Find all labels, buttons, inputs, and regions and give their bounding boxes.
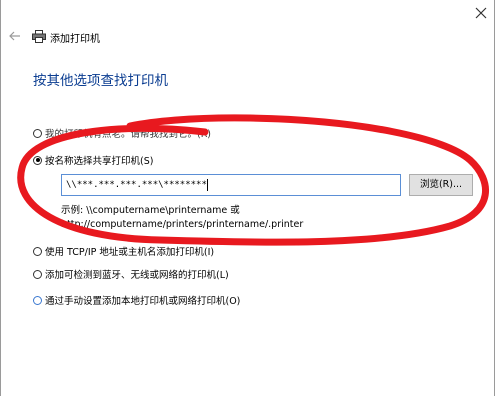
printer-icon bbox=[32, 30, 46, 43]
option-bluetooth-wireless-label: 添加可检测到蓝牙、无线或网络的打印机(L) bbox=[45, 270, 229, 281]
option-manual-local[interactable]: 通过手动设置添加本地打印机或网络打印机(O) bbox=[33, 293, 240, 307]
radio-bluetooth-wireless[interactable] bbox=[33, 269, 42, 279]
option-manual-local-label: 通过手动设置添加本地打印机或网络打印机(O) bbox=[45, 296, 241, 307]
option-old-printer[interactable]: 我的打印机有点老。请帮我找到它。(R) bbox=[33, 126, 211, 140]
radio-old-printer[interactable] bbox=[33, 128, 42, 138]
example-line-2: http://computername/printers/printername… bbox=[61, 219, 304, 230]
wizard-title: 添加打印机 bbox=[50, 34, 100, 45]
option-bluetooth-wireless[interactable]: 添加可检测到蓝牙、无线或网络的打印机(L) bbox=[33, 267, 229, 281]
radio-shared-printer[interactable] bbox=[33, 155, 42, 165]
close-icon[interactable] bbox=[472, 4, 490, 22]
shared-printer-path-value: \\***.***.***.***\******** bbox=[66, 180, 207, 190]
red-ellipse-annotation bbox=[17, 114, 489, 246]
option-shared-printer-label: 按名称选择共享打印机(S) bbox=[45, 156, 154, 167]
text-cursor bbox=[206, 178, 208, 191]
example-line-1: 示例: \\computername\printername 或 bbox=[61, 205, 240, 216]
radio-tcpip[interactable] bbox=[33, 246, 42, 256]
option-old-printer-label: 我的打印机有点老。请帮我找到它。(R) bbox=[45, 129, 212, 140]
option-shared-printer[interactable]: 按名称选择共享打印机(S) bbox=[33, 153, 153, 167]
browse-button[interactable]: 浏览(R)... bbox=[409, 174, 473, 196]
radio-manual-local[interactable] bbox=[33, 295, 42, 305]
option-tcpip[interactable]: 使用 TCP/IP 地址或主机名添加打印机(I) bbox=[33, 244, 214, 258]
back-arrow-icon[interactable] bbox=[8, 29, 22, 43]
shared-printer-path-input[interactable]: \\***.***.***.***\******** bbox=[61, 174, 401, 196]
window-border-left bbox=[0, 0, 1, 396]
option-tcpip-label: 使用 TCP/IP 地址或主机名添加打印机(I) bbox=[45, 247, 215, 258]
example-text: 示例: \\computername\printername 或 http://… bbox=[61, 204, 303, 232]
page-heading: 按其他选项查找打印机 bbox=[33, 73, 168, 89]
